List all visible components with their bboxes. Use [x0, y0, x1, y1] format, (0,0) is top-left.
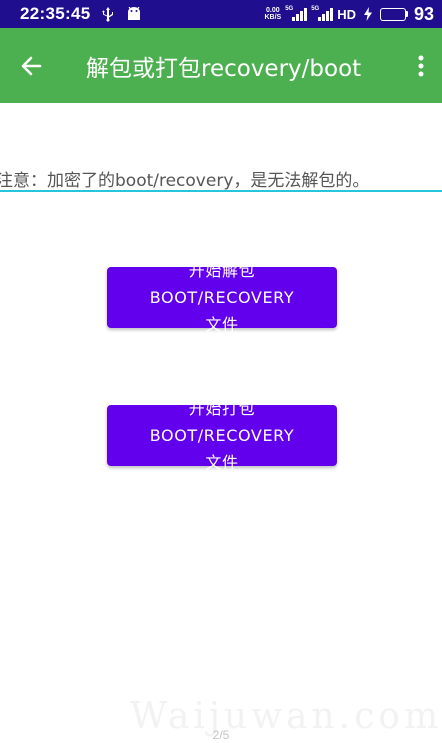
signal-icon: 5G: [311, 6, 334, 21]
page-title: 解包或打包recovery/boot: [86, 55, 362, 82]
arrow-back-icon: [21, 56, 42, 75]
signal-tag: 5G: [311, 6, 320, 12]
usb-icon: [100, 6, 116, 22]
hd-label: HD: [337, 6, 356, 22]
unpack-button-label: 开始解包BOOT/RECOVERY文件: [149, 261, 295, 334]
app-bar: 解包或打包recovery/boot: [0, 28, 442, 103]
notice-field[interactable]: 注意：加密了的boot/recovery，是无法解包的。: [0, 166, 442, 192]
status-time: 22:35:45: [20, 4, 91, 23]
signal-icon: 5G: [285, 6, 308, 21]
unpack-button[interactable]: 开始解包BOOT/RECOVERY文件: [107, 261, 337, 334]
back-button[interactable]: [0, 28, 62, 103]
signal-tag: 5G: [285, 6, 294, 12]
status-left: 22:35:45: [20, 4, 142, 24]
more-vertical-icon: [418, 55, 424, 76]
charging-icon: [360, 6, 376, 22]
battery-icon: [379, 7, 408, 21]
status-right: 0.00 KB/S 5G 5G HD 93: [264, 4, 434, 25]
android-icon: [126, 6, 142, 22]
battery-percent: 93: [413, 3, 434, 24]
net-speed-unit: KB/S: [264, 14, 282, 21]
notice-text: 注意：加密了的boot/recovery，是无法解包的。: [0, 171, 370, 191]
net-speed: 0.00 KB/S: [264, 7, 281, 21]
page-indicator: 2/5: [212, 728, 230, 742]
status-bar: 22:35:45 0.00 KB/S 5G 5G HD 93: [0, 0, 442, 28]
overflow-menu-button[interactable]: [406, 28, 436, 103]
pack-button-label: 开始打包BOOT/RECOVERY文件: [149, 399, 295, 472]
pack-button[interactable]: 开始打包BOOT/RECOVERY文件: [107, 399, 337, 472]
notice-underline: [0, 190, 442, 192]
net-speed-value: 0.00: [266, 7, 280, 14]
